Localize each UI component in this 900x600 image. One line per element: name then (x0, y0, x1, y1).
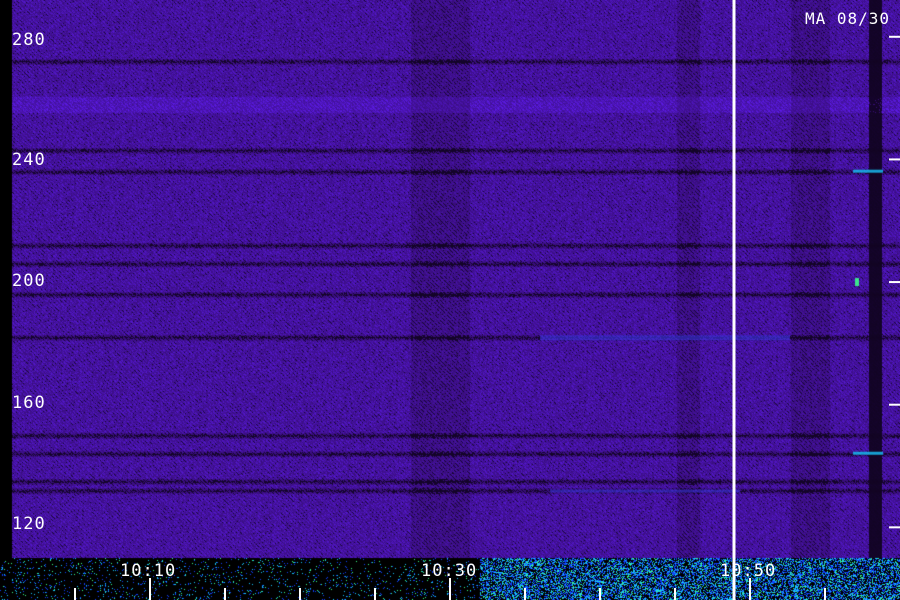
y-tick-label-120: 120 (12, 514, 46, 534)
x-tick-label-1050: 10:50 (720, 561, 777, 581)
x-tick-label-1010: 10:10 (120, 561, 177, 581)
x-tick-label-1030: 10:30 (421, 561, 478, 581)
y-tick-label-200: 200 (12, 271, 46, 291)
y-tick-label-160: 160 (12, 393, 46, 413)
chart-title: MA 08/30 (804, 9, 890, 28)
y-tick-label-240: 240 (12, 150, 46, 170)
chart-overlay (74, 0, 900, 600)
spectrogram-chart: MA 08/30 280 240 200 160 120 10:10 10:30… (0, 0, 900, 600)
y-tick-label-280: 280 (12, 30, 46, 50)
